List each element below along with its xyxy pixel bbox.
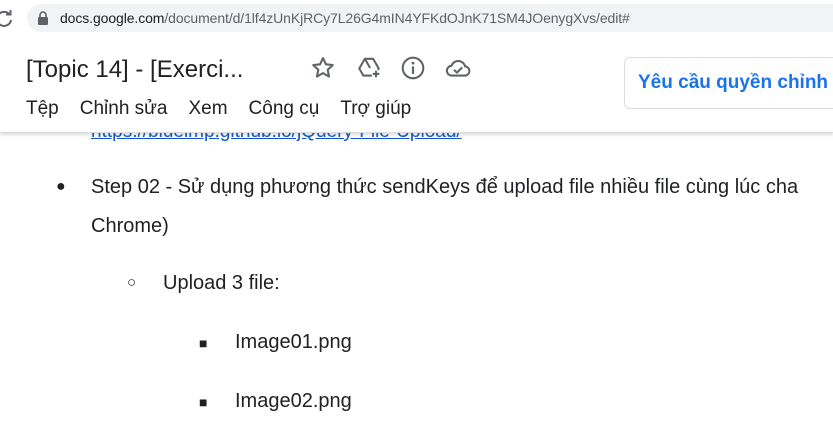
menu-bar: Tệp Chỉnh sửa Xem Công cụ Trợ giúp <box>26 97 411 121</box>
docs-page: docs.google.com/document/d/1lf4zUnKjRCy7… <box>0 0 833 432</box>
menu-tools[interactable]: Công cụ <box>249 97 320 121</box>
bullet-circle: ○ <box>127 274 137 291</box>
step-02-text-continued: Chrome) <box>91 215 169 237</box>
menu-help[interactable]: Trợ giúp <box>340 97 411 121</box>
request-edit-access-button[interactable]: Yêu cầu quyền chỉnh <box>624 57 833 109</box>
menu-file[interactable]: Tệp <box>26 97 59 121</box>
bullet-disc: ● <box>56 178 66 195</box>
browser-address-bar: docs.google.com/document/d/1lf4zUnKjRCy7… <box>0 0 833 36</box>
request-edit-access-label: Yêu cầu quyền chỉnh <box>638 72 829 93</box>
step-02-text: Step 02 - Sử dụng phương thức sendKeys đ… <box>91 176 799 198</box>
move-to-drive-icon[interactable] <box>356 55 382 81</box>
info-icon[interactable] <box>400 55 426 81</box>
menu-edit[interactable]: Chỉnh sửa <box>80 97 168 121</box>
menu-view[interactable]: Xem <box>188 97 227 121</box>
document-title[interactable]: [Topic 14] - [Exerci... <box>26 55 243 85</box>
file-list-item: Image02.png <box>235 390 352 412</box>
cloud-saved-icon[interactable] <box>445 55 471 81</box>
lock-icon[interactable] <box>36 10 50 26</box>
upload-3-files-item: Upload 3 file: <box>163 272 280 294</box>
upload-demo-link[interactable]: https://blueimp.github.io/jQuery-File-Up… <box>91 132 462 144</box>
url-domain: docs.google.com <box>60 10 165 26</box>
url-text[interactable]: docs.google.com/document/d/1lf4zUnKjRCy7… <box>60 9 630 27</box>
bullet-square: ■ <box>199 335 208 351</box>
docs-header: [Topic 14] - [Exerci... Tệp Chỉnh sửa Xe… <box>0 36 833 133</box>
star-icon[interactable] <box>310 55 336 81</box>
file-list-item: Image01.png <box>235 331 352 353</box>
document-body: https://blueimp.github.io/jQuery-File-Up… <box>0 132 833 432</box>
bullet-square: ■ <box>199 394 208 410</box>
reload-icon[interactable] <box>0 8 14 28</box>
url-path: /document/d/1lf4zUnKjRCy7L26G4mIN4YFKdOJ… <box>164 10 630 26</box>
